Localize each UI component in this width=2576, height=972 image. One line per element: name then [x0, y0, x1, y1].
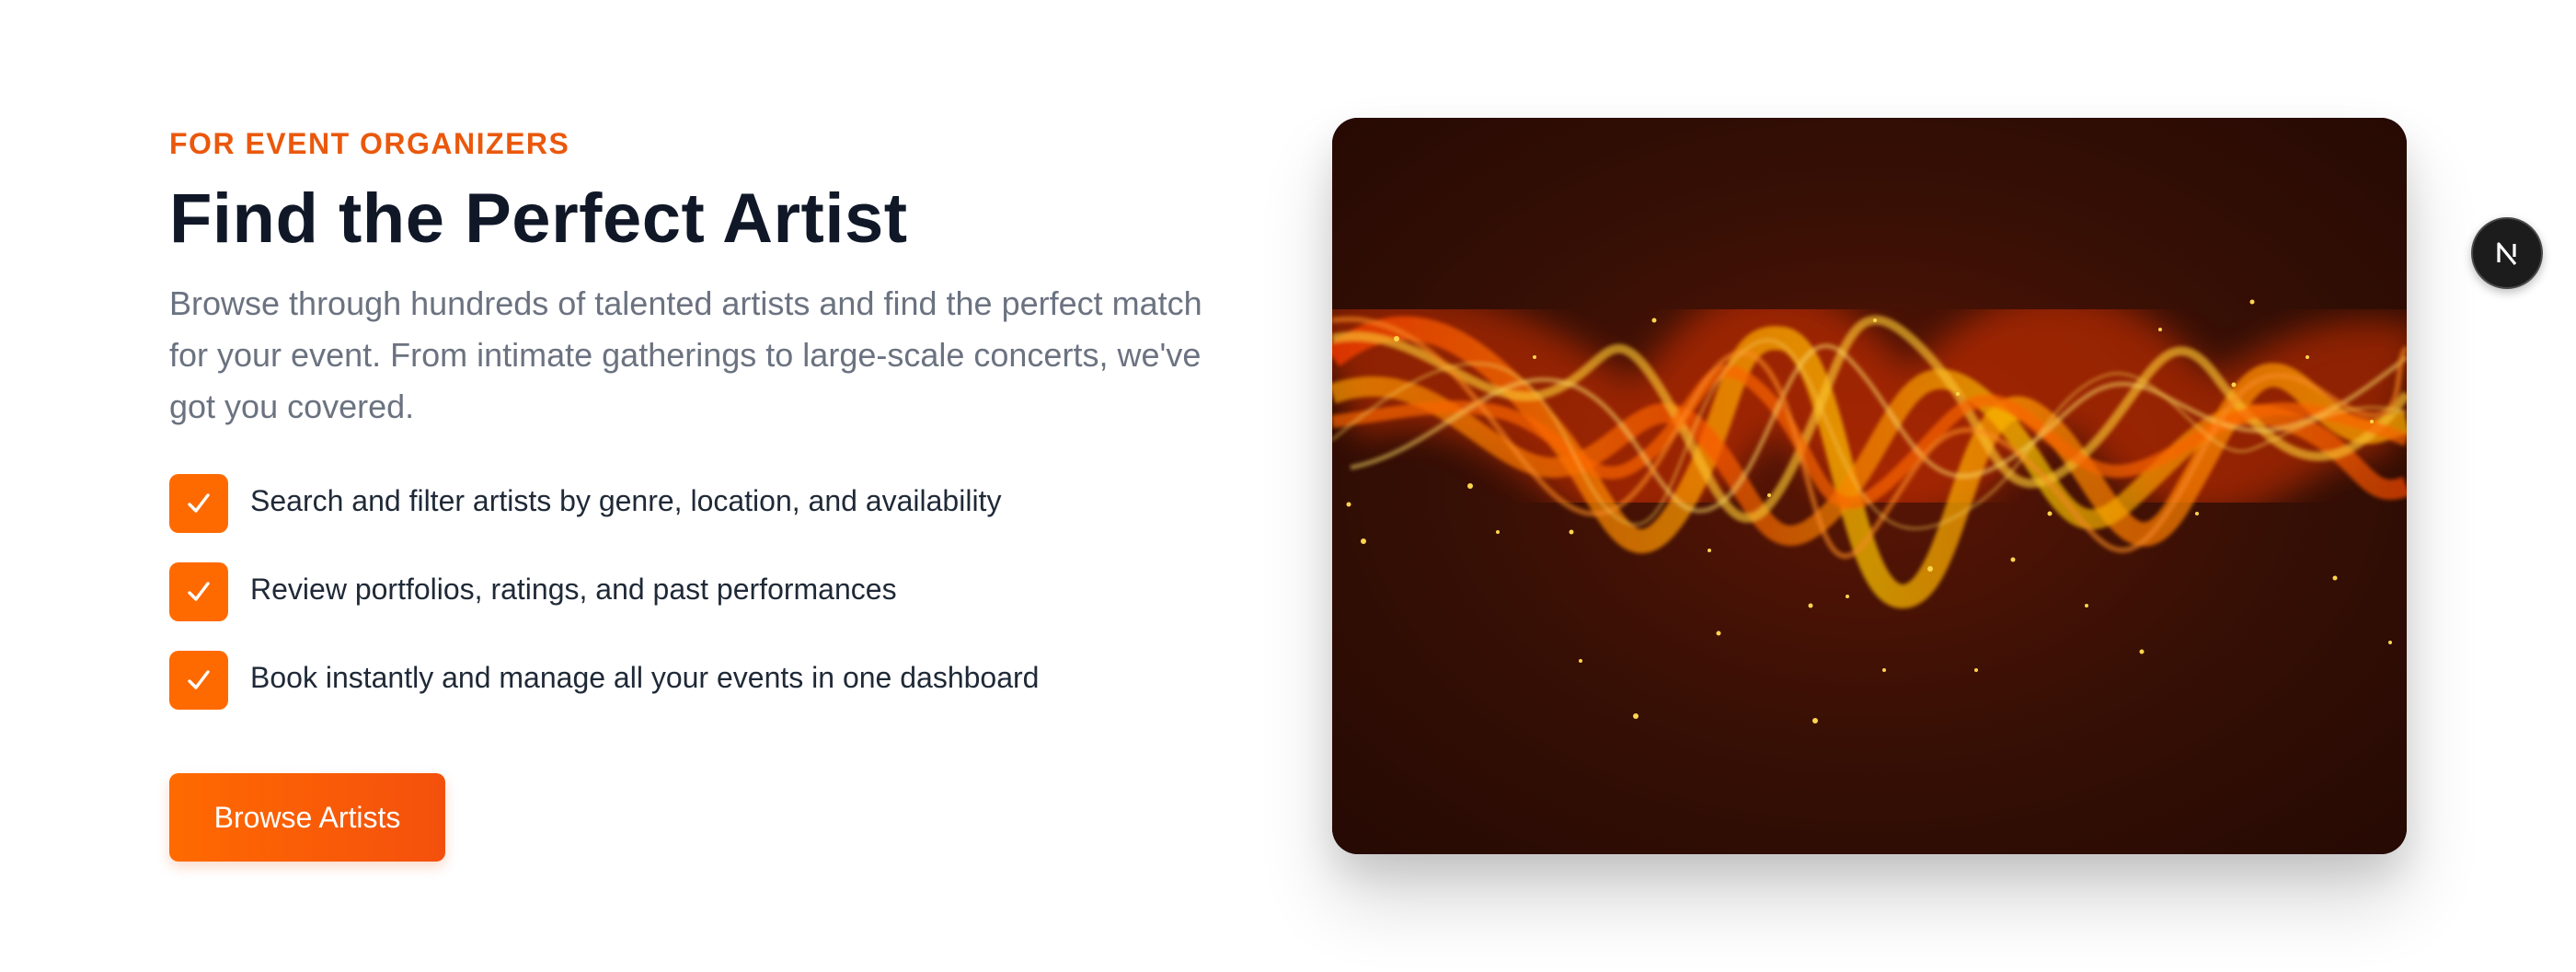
feature-item: Book instantly and manage all your event… [169, 650, 1236, 711]
hero-text-column: FOR EVENT ORGANIZERS Find the Perfect Ar… [169, 120, 1236, 862]
check-icon [169, 651, 228, 710]
feature-text: Book instantly and manage all your event… [250, 660, 1040, 694]
browse-artists-button[interactable]: Browse Artists [169, 773, 445, 862]
hero-description: Browse through hundreds of talented arti… [169, 284, 1202, 425]
hero-image [1332, 118, 2407, 854]
check-icon [169, 562, 228, 621]
feature-text: Review portfolios, ratings, and past per… [250, 572, 897, 606]
organizer-section: FOR EVENT ORGANIZERS Find the Perfect Ar… [0, 0, 2576, 972]
sound-wave-illustration [1332, 118, 2407, 854]
check-icon [169, 474, 228, 533]
section-eyebrow: FOR EVENT ORGANIZERS [169, 127, 570, 160]
nextjs-logo-icon [2497, 242, 2517, 266]
feature-text: Search and filter artists by genre, loca… [250, 483, 1002, 517]
nextjs-badge[interactable] [2471, 217, 2543, 289]
feature-list: Search and filter artists by genre, loca… [169, 473, 1236, 711]
feature-item: Review portfolios, ratings, and past per… [169, 561, 1236, 622]
feature-item: Search and filter artists by genre, loca… [169, 473, 1236, 534]
page-title: Find the Perfect Artist [169, 179, 908, 258]
